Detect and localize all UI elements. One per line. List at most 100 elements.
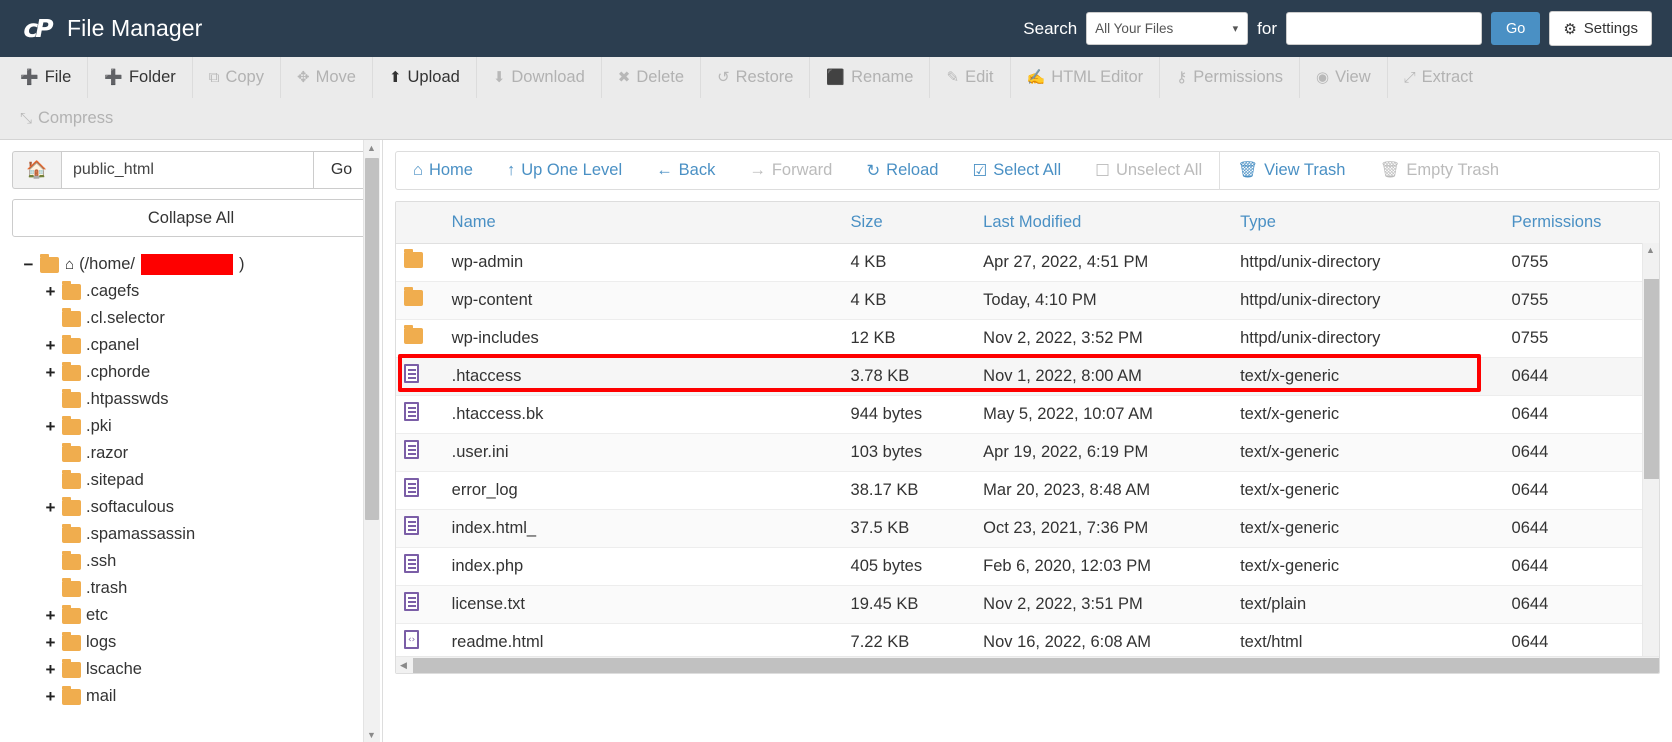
tree-item-clselector[interactable]: +.cl.selector <box>12 305 370 332</box>
tree-item-lscache[interactable]: + lscache <box>12 656 370 683</box>
file-name[interactable]: index.html_ <box>443 509 843 548</box>
tree-item-home[interactable]: − ⌂ (/home/) <box>12 251 370 278</box>
table-row[interactable]: .user.ini 103 bytes Apr 19, 2022, 6:19 PM t… <box>396 433 1659 472</box>
path-home-button[interactable]: 🏠 <box>12 151 61 189</box>
table-scroll-up-icon[interactable]: ▲ <box>1646 245 1655 255</box>
nav-button-home[interactable]: ⌂ Home <box>396 151 490 190</box>
table-horizontal-scrollbar[interactable]: ◀ <box>396 656 1659 673</box>
file-name[interactable]: index.php <box>443 547 843 586</box>
tree-item-htpasswds[interactable]: +.htpasswds <box>12 386 370 413</box>
file-name[interactable]: .user.ini <box>443 433 843 472</box>
expand-icon[interactable]: + <box>44 606 57 626</box>
nav-button-back[interactable]: ← Back <box>639 151 732 190</box>
tree-item-spamassassin[interactable]: +.spamassassin <box>12 521 370 548</box>
column-header-last-modified[interactable]: Last Modified <box>975 202 1233 244</box>
file-icon <box>396 585 444 624</box>
scroll-down-icon[interactable]: ▼ <box>367 730 376 740</box>
file-name[interactable]: wp-content <box>443 281 843 320</box>
file-icon <box>396 395 444 434</box>
collapse-icon[interactable]: − <box>22 255 35 275</box>
settings-button[interactable]: ⚙ Settings <box>1549 11 1652 46</box>
tree-item-razor[interactable]: +.razor <box>12 440 370 467</box>
column-header-permissions[interactable]: Permissions <box>1503 202 1659 244</box>
file-name[interactable]: error_log <box>443 471 843 510</box>
tree-item-pki[interactable]: + .pki <box>12 413 370 440</box>
scroll-up-icon[interactable]: ▲ <box>367 143 376 153</box>
path-input[interactable] <box>61 151 314 189</box>
tree-item-ssh[interactable]: +.ssh <box>12 548 370 575</box>
toolbar-button-upload[interactable]: ⬆ Upload <box>373 57 477 98</box>
search-go-button[interactable]: Go <box>1491 12 1541 45</box>
search-input[interactable] <box>1286 12 1482 45</box>
expand-icon[interactable]: + <box>44 363 57 383</box>
table-row[interactable]: index.php 405 bytes Feb 6, 2020, 12:03 PM t… <box>396 547 1659 586</box>
folder-icon <box>62 604 81 624</box>
nav-button-unselect-all: ☐ Unselect All <box>1078 151 1219 190</box>
nav-button-label: Forward <box>771 161 833 179</box>
column-header-name[interactable]: Name <box>443 202 843 244</box>
table-row[interactable]: wp-includes 12 KB Nov 2, 2022, 3:52 PM http… <box>396 319 1659 358</box>
expand-icon[interactable]: + <box>44 336 57 356</box>
tree-item-etc[interactable]: + etc <box>12 602 370 629</box>
collapse-all-button[interactable]: Collapse All <box>12 199 370 237</box>
nav-button-up-one-level[interactable]: ↑ Up One Level <box>490 151 639 190</box>
table-row[interactable]: .htaccess.bk 944 bytes May 5, 2022, 10:07 … <box>396 395 1659 434</box>
tree-item-mail[interactable]: + mail <box>12 683 370 710</box>
file-permissions: 0644 <box>1503 471 1659 510</box>
nav-button-view-trash[interactable]: 🗑 View Trash <box>1220 151 1362 190</box>
expand-icon[interactable]: + <box>44 633 57 653</box>
file-name[interactable]: license.txt <box>443 585 843 624</box>
tree-item-label: .softaculous <box>86 498 175 516</box>
expand-icon[interactable]: + <box>44 498 57 518</box>
table-row[interactable]: wp-admin 4 KB Apr 27, 2022, 4:51 PM httpd/u… <box>396 243 1659 282</box>
tree-item-cphorde[interactable]: + .cphorde <box>12 359 370 386</box>
toolbar-button-label: Extract <box>1421 68 1473 86</box>
main-body: 🏠 Go Collapse All −⌂(/home/)+.cagefs+.cl… <box>0 140 1672 742</box>
tree-item-logs[interactable]: + logs <box>12 629 370 656</box>
file-permissions: 0644 <box>1503 395 1659 434</box>
sidebar-scroll-thumb[interactable] <box>365 158 379 520</box>
table-row[interactable]: license.txt 19.45 KB Nov 2, 2022, 3:51 PM t… <box>396 585 1659 624</box>
column-header-type[interactable]: Type <box>1232 202 1504 244</box>
expand-icon[interactable]: + <box>44 687 57 707</box>
settings-label: Settings <box>1583 20 1638 37</box>
nav-button-select-all[interactable]: ☑ Select All <box>955 151 1078 190</box>
table-scroll-left-icon[interactable]: ◀ <box>400 660 407 671</box>
file-name[interactable]: wp-includes <box>443 319 843 358</box>
toolbar-button-move: ✥ Move <box>281 57 373 98</box>
nav-button-reload[interactable]: ↻ Reload <box>849 151 955 190</box>
tree-item-cagefs[interactable]: + .cagefs <box>12 278 370 305</box>
column-header-size[interactable]: Size <box>842 202 976 244</box>
search-scope-select[interactable]: All Your Files ▾ <box>1086 12 1249 45</box>
file-name[interactable]: wp-admin <box>443 243 843 282</box>
table-row[interactable]: error_log 38.17 KB Mar 20, 2023, 8:48 AM te… <box>396 471 1659 510</box>
table-row[interactable]: index.html_ 37.5 KB Oct 23, 2021, 7:36 PM t… <box>396 509 1659 548</box>
path-go-button[interactable]: Go <box>314 151 370 189</box>
expand-icon[interactable]: + <box>44 417 57 437</box>
table-scroll-thumb[interactable] <box>1644 279 1659 479</box>
tree-item-softaculous[interactable]: + .softaculous <box>12 494 370 521</box>
expand-icon[interactable]: + <box>44 660 57 680</box>
tree-item-sitepad[interactable]: +.sitepad <box>12 467 370 494</box>
table-row[interactable]: wp-content 4 KB Today, 4:10 PM httpd/unix-d… <box>396 281 1659 320</box>
table-hscroll-thumb[interactable] <box>413 658 1659 673</box>
file-name[interactable]: .htaccess.bk <box>443 395 843 434</box>
toolbar-button-label: Restore <box>735 68 794 86</box>
toolbar-button-view: ◉ View <box>1300 57 1388 98</box>
folder-icon <box>62 442 81 462</box>
file-name[interactable]: .htaccess <box>443 357 843 396</box>
toolbar-button-file[interactable]: ➕ File <box>4 57 89 98</box>
table-vertical-scrollbar[interactable]: ▲ <box>1642 243 1659 656</box>
compress-icon: ⤡ <box>20 110 33 127</box>
folder-icon <box>396 243 444 282</box>
tree-item-label: .cl.selector <box>86 309 165 327</box>
sidebar-scrollbar[interactable]: ▲ ▼ <box>363 140 380 742</box>
toolbar-button-folder[interactable]: ➕ Folder <box>88 57 193 98</box>
tree-item-trash[interactable]: +.trash <box>12 575 370 602</box>
expand-icon[interactable]: + <box>44 282 57 302</box>
header-search-area: Search All Your Files ▾ for Go ⚙ Setting… <box>1023 11 1652 46</box>
tree-item-cpanel[interactable]: + .cpanel <box>12 332 370 359</box>
copy-icon: ⧉ <box>208 69 220 86</box>
file-table: Name Size Last Modified Type Permissions wp-… <box>396 202 1659 673</box>
table-row[interactable]: .htaccess 3.78 KB Nov 1, 2022, 8:00 AM text… <box>396 357 1659 396</box>
